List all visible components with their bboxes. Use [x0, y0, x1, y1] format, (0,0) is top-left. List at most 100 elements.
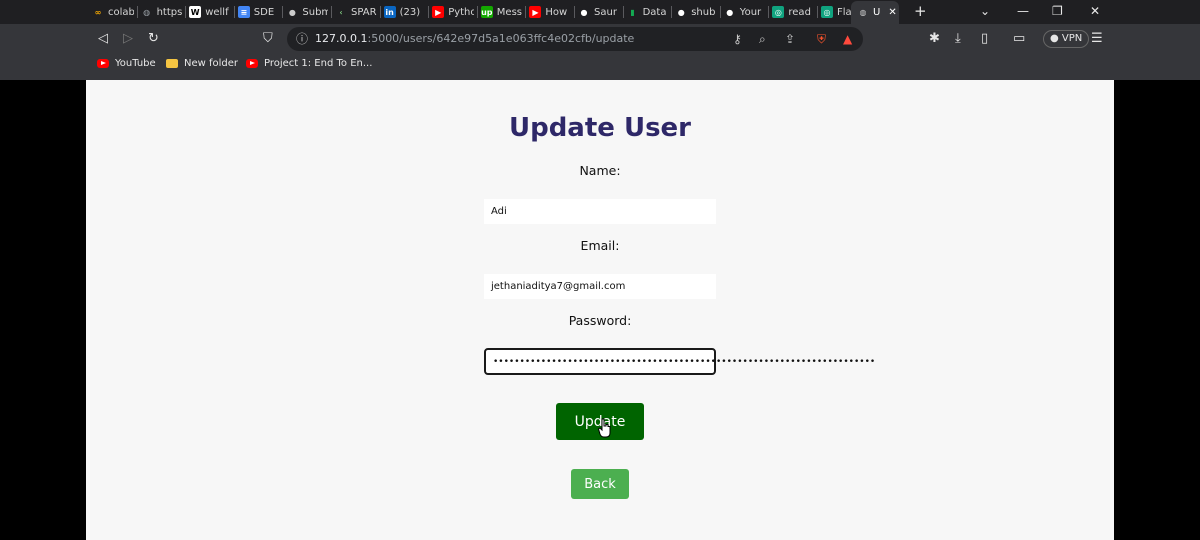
tab-separator [671, 6, 673, 18]
bookmark-project[interactable]: Project 1: End To En... [246, 58, 372, 69]
tab-separator [233, 6, 235, 18]
browser-tab[interactable]: in (23) [383, 2, 426, 22]
new-tab-button[interactable]: + [914, 2, 927, 20]
extensions-icon[interactable]: ✱ [929, 31, 940, 47]
browser-tab[interactable]: ▶ How [529, 2, 571, 22]
password-label: Password: [568, 313, 632, 328]
page-content: Update User Name: Adi Email: jethaniadit… [86, 80, 1114, 540]
page-title: Update User [508, 113, 692, 143]
tab-label: How [545, 6, 568, 18]
close-tab-icon[interactable]: ✕ [888, 7, 896, 18]
minimize-icon[interactable]: — [1017, 4, 1029, 18]
browser-tab[interactable]: ▮ Data [627, 2, 669, 22]
bookmark-label: YouTube [115, 58, 156, 69]
tab-separator [282, 6, 284, 18]
close-window-icon[interactable]: ✕ [1090, 4, 1100, 18]
email-value: jethaniaditya7@gmail.com [491, 281, 626, 292]
tab-label: Data [642, 6, 667, 18]
address-bar[interactable]: ⓘ 127.0.0.1:5000/users/642e97d5a1e063ffc… [287, 27, 863, 51]
github-icon: ● [580, 7, 588, 17]
bookmarks-bar: YouTube New folder Project 1: End To En.… [0, 54, 1200, 80]
brave-shield-icon[interactable]: ⛨ [817, 32, 826, 46]
tab-label: wellf [205, 6, 229, 18]
tab-separator [622, 6, 624, 18]
reload-icon[interactable]: ↻ [148, 31, 159, 47]
tab-label: Pytho [448, 6, 475, 18]
chatgpt-icon: ◎ [772, 6, 785, 18]
zoom-icon[interactable]: ⌕ [759, 32, 766, 46]
browser-tab[interactable]: ∞ colab [92, 2, 134, 22]
tab-label: SPAR [351, 6, 377, 18]
back-button[interactable]: Back [571, 469, 629, 499]
folder-icon [166, 59, 178, 68]
globe-icon: ◍ [143, 7, 151, 17]
tab-label: Your [739, 6, 762, 18]
tab-strip: + ⌄ — ❐ ✕ ∞ colab ◍ https Wwellf ≡ SDE ● Subm ‹ SP… [0, 0, 1200, 24]
tab-separator [525, 6, 527, 18]
password-value: ••••••••••••••••••••••••••••••••••••••••… [493, 356, 876, 367]
back-label: Back [584, 476, 616, 492]
bookmark-new-folder[interactable]: New folder [166, 58, 238, 69]
tab-label: U [873, 7, 881, 18]
tab-label: read [788, 6, 811, 18]
url-host: 127.0.0.1 [315, 32, 368, 45]
restore-icon[interactable]: ❐ [1052, 4, 1063, 18]
key-icon[interactable]: ⚷ [733, 32, 742, 46]
tab-label: colab [108, 6, 134, 18]
avatar-icon: ● [288, 7, 296, 17]
brave-rewards-icon[interactable]: ▲ [843, 32, 852, 46]
url-text[interactable]: 127.0.0.1:5000/users/642e97d5a1e063ffc4e… [315, 32, 634, 45]
menu-icon[interactable]: ☰ [1091, 31, 1103, 47]
wallet-icon[interactable]: ▭ [1013, 31, 1025, 47]
browser-tab[interactable]: ● Subm [286, 2, 329, 22]
tab-separator [428, 6, 430, 18]
tab-separator [136, 6, 138, 18]
tab-label: Subm [302, 6, 329, 18]
browser-tab[interactable]: ‹ SPAR [335, 2, 377, 22]
active-browser-tab[interactable]: ◍ U ✕ [851, 1, 899, 24]
back-nav-icon[interactable]: ◁ [98, 31, 108, 47]
arrow-icon: ‹ [339, 7, 343, 17]
name-label: Name: [579, 163, 621, 178]
vpn-button[interactable]: ● VPN [1043, 30, 1090, 48]
github-icon: ● [726, 7, 734, 17]
name-field[interactable]: Adi [484, 199, 716, 224]
chatgpt-icon: ◎ [821, 6, 833, 18]
site-info-icon[interactable]: ⓘ [296, 32, 308, 46]
browser-tab[interactable]: up Mess [480, 2, 523, 22]
hand-cursor-icon [598, 418, 611, 438]
docs-icon: ≡ [237, 6, 250, 18]
mongodb-icon: ▮ [630, 7, 635, 17]
browser-tab[interactable]: Wwellf [189, 2, 231, 22]
share-icon[interactable]: ⇪ [785, 32, 795, 46]
browser-tab[interactable]: ● shub [675, 2, 717, 22]
browser-tab[interactable]: ≡ SDE [237, 2, 280, 22]
browser-tab[interactable]: ▶ Pytho [432, 2, 474, 22]
browser-tab[interactable]: ◎ read [772, 2, 814, 22]
tab-label: Mess [496, 6, 522, 18]
w-icon: W [189, 6, 202, 18]
download-icon[interactable]: ⤓ [955, 31, 961, 47]
forward-nav-icon[interactable]: ▷ [123, 31, 133, 47]
browser-toolbar: ◁ ▷ ↻ ⛉ ⓘ 127.0.0.1:5000/users/642e97d5a… [0, 24, 1200, 54]
url-path: :5000/users/642e97d5a1e063ffc4e02cfb/upd… [367, 32, 635, 45]
tab-separator [574, 6, 575, 18]
browser-tab[interactable]: ◍ https [141, 2, 183, 22]
tab-label: SDE [253, 6, 275, 18]
tab-separator [379, 6, 381, 18]
tab-label: Saur [594, 6, 617, 18]
tab-search-icon[interactable]: ⌄ [980, 4, 990, 18]
bookmark-youtube[interactable]: YouTube [97, 58, 156, 69]
bookmark-icon[interactable]: ⛉ [263, 31, 273, 47]
tab-label: https [156, 6, 183, 18]
sidebar-icon[interactable]: ▯ [981, 31, 988, 47]
password-field[interactable]: ••••••••••••••••••••••••••••••••••••••••… [484, 348, 875, 375]
colab-icon: ∞ [94, 7, 102, 17]
youtube-icon: ▶ [432, 6, 445, 18]
browser-tab[interactable]: ● Saur [578, 2, 620, 22]
tab-separator [185, 6, 187, 18]
bookmark-label: New folder [184, 58, 239, 69]
browser-tab[interactable]: ● Your [724, 2, 766, 22]
tab-separator [476, 6, 478, 18]
email-field[interactable]: jethaniaditya7@gmail.com [484, 274, 716, 299]
